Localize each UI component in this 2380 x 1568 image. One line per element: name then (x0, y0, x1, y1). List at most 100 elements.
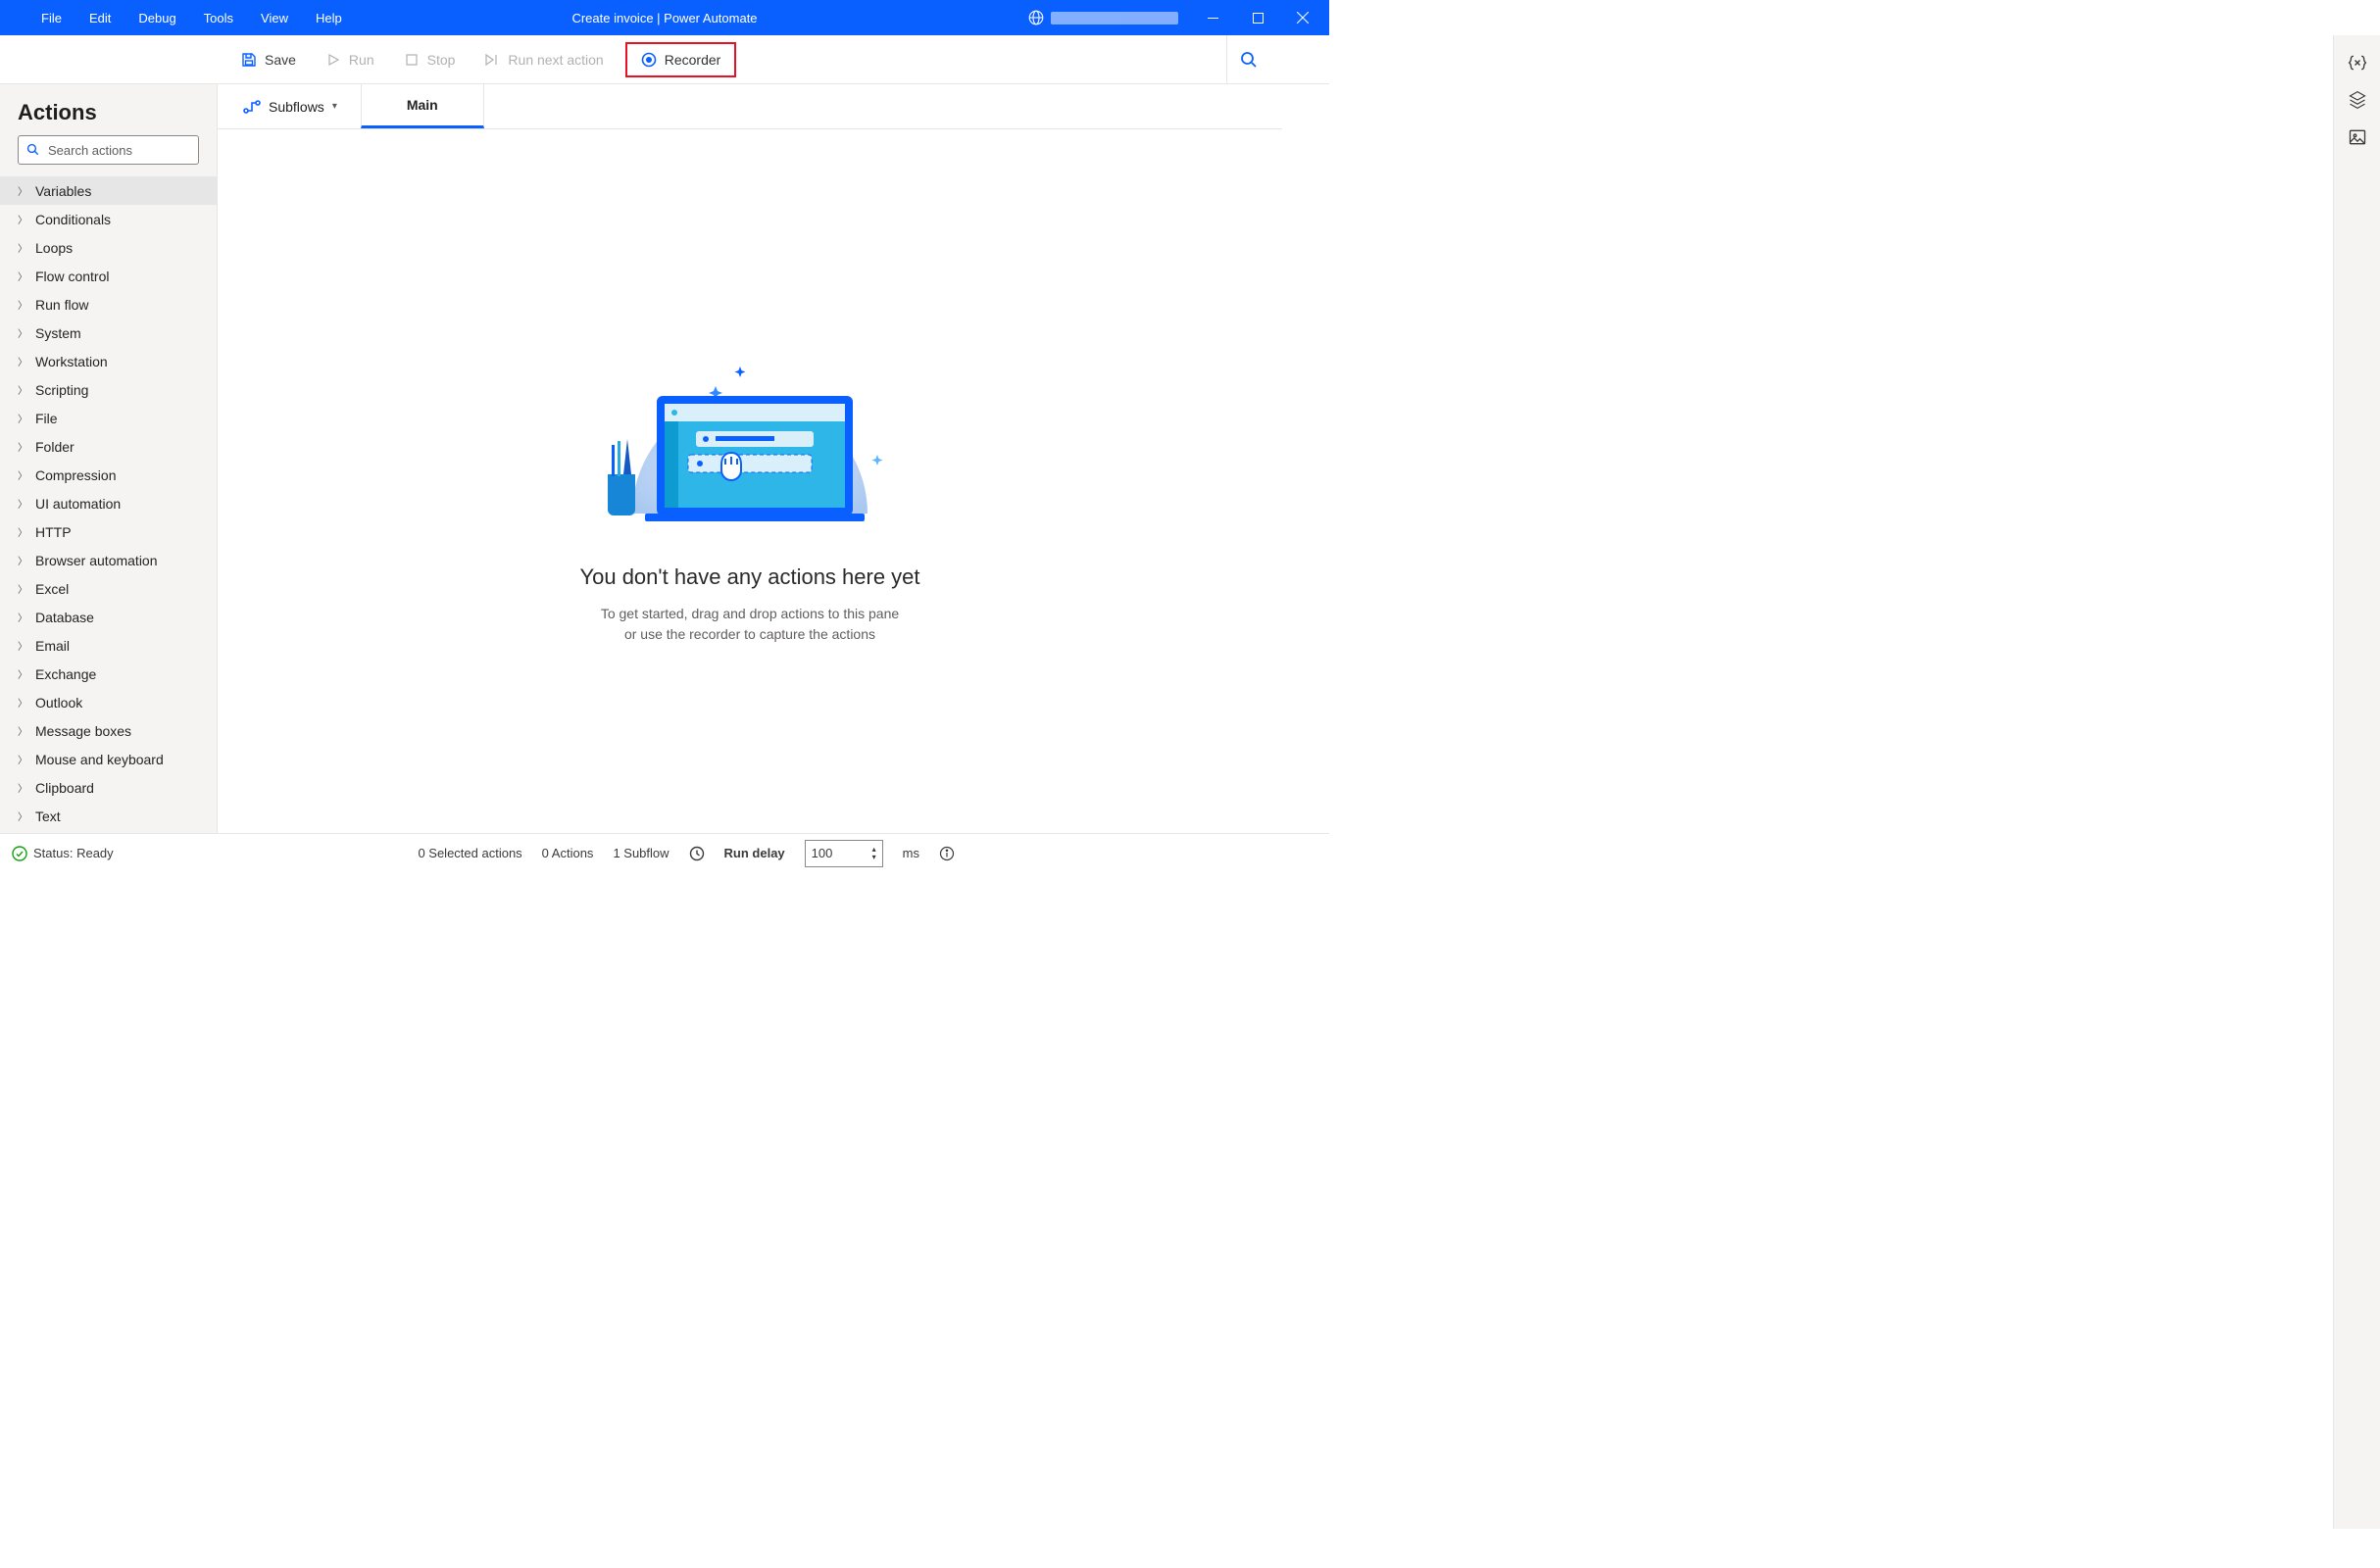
tab-main[interactable]: Main (361, 84, 484, 128)
menu-edit[interactable]: Edit (75, 3, 124, 33)
run-next-label: Run next action (508, 52, 603, 68)
action-category-loops[interactable]: 〉 Loops (0, 233, 217, 262)
run-delay-unit: ms (903, 846, 919, 860)
action-category-browser-automation[interactable]: 〉Browser automation (0, 546, 217, 574)
window-title: Create invoice | Power Automate (571, 11, 757, 25)
save-icon (241, 52, 257, 68)
actions-tree[interactable]: 〉Variables〉Conditionals〉Loops〉Flow contr… (0, 176, 217, 833)
recorder-label: Recorder (665, 52, 721, 68)
action-category-exchange[interactable]: 〉Exchange (0, 660, 217, 688)
action-category-outlook[interactable]: 〉 Outlook (0, 688, 217, 716)
category-label: UI automation (35, 496, 121, 512)
action-category-email[interactable]: 〉Email (0, 631, 217, 660)
action-category-mouse-and-keyboard[interactable]: 〉Mouse and keyboard (0, 745, 217, 773)
subflows-dropdown[interactable]: Subflows ▾ (231, 93, 349, 121)
recorder-button[interactable]: Recorder (625, 42, 737, 77)
chevron-down-icon: ▾ (332, 101, 337, 112)
chevron-right-icon: 〉 (18, 553, 27, 567)
action-category-file[interactable]: 〉File (0, 404, 217, 432)
action-category-flow-control[interactable]: 〉Flow control (0, 262, 217, 290)
step-icon (484, 52, 500, 68)
action-category-message-boxes[interactable]: 〉 Message boxes (0, 716, 217, 745)
category-label: File (35, 411, 58, 426)
tenant-name-mask (1051, 12, 1178, 24)
chevron-right-icon: 〉 (18, 723, 27, 738)
action-category-conditionals[interactable]: 〉Conditionals (0, 205, 217, 233)
minimize-button[interactable] (1190, 0, 1235, 35)
menu-tools[interactable]: Tools (190, 3, 247, 33)
chevron-right-icon: 〉 (18, 808, 27, 823)
category-label: Compression (35, 467, 116, 483)
chevron-right-icon: 〉 (18, 269, 27, 283)
toolbar-search-button[interactable] (1226, 35, 1270, 83)
info-icon[interactable] (939, 846, 955, 861)
subflow-bar: Subflows ▾ Main (218, 84, 1282, 129)
variables-pane-icon[interactable] (2348, 53, 2367, 73)
menu-file[interactable]: File (27, 3, 75, 33)
designer-canvas[interactable]: You don't have any actions here yet To g… (218, 129, 1282, 833)
chevron-right-icon: 〉 (18, 212, 27, 226)
main-area: Actions Search actions 〉Variables〉Condit… (0, 84, 1329, 833)
category-label: Loops (35, 240, 73, 256)
close-icon (1297, 12, 1309, 24)
clock-icon (689, 846, 705, 861)
run-delay-input[interactable]: 100 ▴▾ (805, 840, 883, 867)
action-category-clipboard[interactable]: 〉Clipboard (0, 773, 217, 802)
action-category-variables[interactable]: 〉Variables (0, 176, 217, 205)
category-label: Message boxes (35, 723, 131, 739)
chevron-right-icon: 〉 (18, 752, 27, 766)
category-label: System (35, 325, 81, 341)
chevron-right-icon: 〉 (18, 695, 27, 710)
menu-debug[interactable]: Debug (124, 3, 189, 33)
maximize-button[interactable] (1235, 0, 1280, 35)
images-pane-icon[interactable] (2348, 127, 2367, 147)
run-delay-value: 100 (812, 846, 833, 860)
chevron-right-icon: 〉 (18, 240, 27, 255)
run-next-action-button[interactable]: Run next action (472, 46, 615, 74)
action-category-http[interactable]: 〉HTTP (0, 517, 217, 546)
menu-bar: File Edit Debug Tools View Help (0, 3, 356, 33)
search-placeholder: Search actions (48, 143, 132, 158)
subflows-count: 1 Subflow (613, 846, 669, 860)
action-category-scripting[interactable]: 〉Scripting (0, 375, 217, 404)
tenant-switcher[interactable] (1027, 9, 1178, 26)
chevron-right-icon: 〉 (18, 638, 27, 653)
ui-elements-pane-icon[interactable] (2348, 90, 2367, 110)
save-button[interactable]: Save (229, 46, 308, 74)
action-category-folder[interactable]: 〉Folder (0, 432, 217, 461)
search-actions-input[interactable]: Search actions (18, 135, 199, 165)
chevron-right-icon: 〉 (18, 467, 27, 482)
globe-icon (1027, 9, 1045, 26)
close-button[interactable] (1280, 0, 1325, 35)
run-button[interactable]: Run (314, 46, 386, 74)
menu-view[interactable]: View (247, 3, 302, 33)
action-category-excel[interactable]: 〉Excel (0, 574, 217, 603)
stop-button[interactable]: Stop (392, 46, 468, 74)
action-category-ui-automation[interactable]: 〉 UI automation (0, 489, 217, 517)
action-category-text[interactable]: 〉Text (0, 802, 217, 830)
chevron-right-icon: 〉 (18, 325, 27, 340)
chevron-right-icon: 〉 (18, 666, 27, 681)
action-category-workstation[interactable]: 〉Workstation (0, 347, 217, 375)
action-category-database[interactable]: 〉Database (0, 603, 217, 631)
actions-sidebar: Actions Search actions 〉Variables〉Condit… (0, 84, 218, 833)
chevron-right-icon: 〉 (18, 354, 27, 368)
action-category-compression[interactable]: 〉 Compression (0, 461, 217, 489)
titlebar: File Edit Debug Tools View Help Create i… (0, 0, 1329, 35)
spinner-buttons[interactable]: ▴▾ (872, 846, 876, 861)
category-label: Folder (35, 439, 74, 455)
action-category-system[interactable]: 〉 System (0, 318, 217, 347)
category-label: Scripting (35, 382, 88, 398)
search-icon (26, 143, 40, 157)
chevron-right-icon: 〉 (18, 496, 27, 511)
category-label: Clipboard (35, 780, 94, 796)
record-icon (641, 52, 657, 68)
chevron-down-icon[interactable]: ▾ (872, 854, 876, 861)
run-delay-label: Run delay (724, 846, 785, 860)
menu-help[interactable]: Help (302, 3, 356, 33)
category-label: Outlook (35, 695, 82, 710)
chevron-right-icon: 〉 (18, 524, 27, 539)
action-category-date-time[interactable]: 〉Date time (0, 830, 217, 833)
titlebar-right (1027, 0, 1325, 35)
action-category-run-flow[interactable]: 〉Run flow (0, 290, 217, 318)
